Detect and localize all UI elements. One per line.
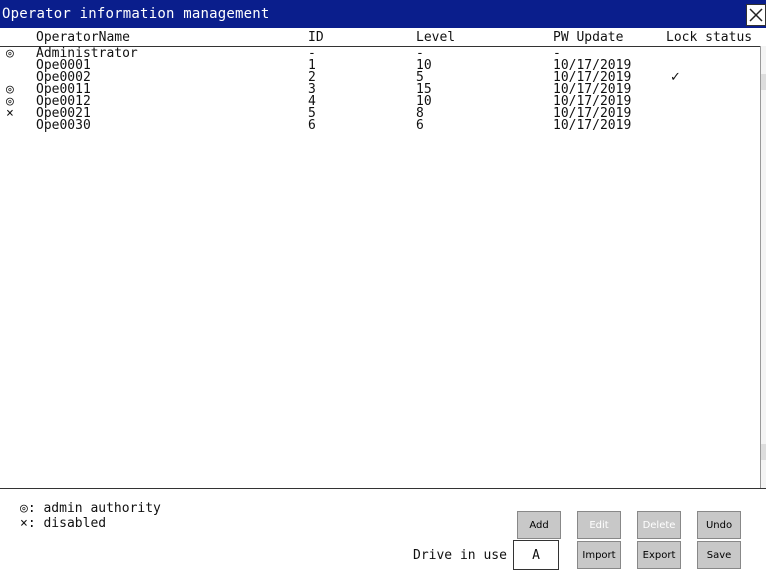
- table-row[interactable]: ◎ Ope0012 4 10 10/17/2019: [0, 95, 760, 108]
- title-bar: Operator information management: [0, 0, 766, 28]
- drive-in-use-label: Drive in use: [413, 548, 507, 563]
- close-button[interactable]: [746, 4, 766, 26]
- table-row[interactable]: Ope0001 1 10 10/17/2019: [0, 59, 760, 72]
- row-mark: ×: [6, 106, 14, 121]
- operator-name: Ope0030: [36, 118, 91, 133]
- table-row[interactable]: ◎ Ope0011 3 15 10/17/2019: [0, 83, 760, 96]
- table-row[interactable]: Ope0002 2 5 10/17/2019 ✓: [0, 70, 760, 85]
- operator-level: 6: [416, 118, 424, 133]
- delete-button[interactable]: Delete: [637, 511, 681, 539]
- column-header-operator-name: OperatorName: [36, 30, 130, 45]
- column-header-level: Level: [416, 30, 456, 45]
- add-button[interactable]: Add: [517, 511, 561, 539]
- legend-admin-authority: ◎: admin authority: [20, 501, 161, 516]
- drive-in-use-field[interactable]: A: [513, 540, 559, 570]
- save-button[interactable]: Save: [697, 541, 741, 569]
- operator-management-window: Operator information management Operator…: [0, 0, 766, 580]
- list-scrollbar[interactable]: [760, 46, 766, 488]
- lock-check-icon: ✓: [670, 70, 681, 85]
- list-header: OperatorName ID Level PW Update Lock sta…: [0, 29, 766, 47]
- scroll-down-arrow[interactable]: [761, 444, 766, 460]
- legend-disabled: ×: disabled: [20, 516, 107, 531]
- column-header-pw-update: PW Update: [553, 30, 624, 45]
- undo-button[interactable]: Undo: [697, 511, 741, 539]
- scroll-up-arrow[interactable]: [761, 74, 766, 90]
- column-header-lock-status: Lock status: [666, 30, 753, 45]
- table-row[interactable]: ◎ Administrator - - -: [0, 46, 760, 61]
- import-button[interactable]: Import: [577, 541, 621, 569]
- window-title: Operator information management: [2, 6, 270, 22]
- operator-id: 6: [308, 118, 316, 133]
- row-mark: ◎: [6, 46, 14, 61]
- table-row[interactable]: × Ope0021 5 8 10/17/2019: [0, 106, 760, 121]
- column-header-id: ID: [308, 30, 324, 45]
- export-button[interactable]: Export: [637, 541, 681, 569]
- close-icon: [749, 8, 763, 22]
- edit-button[interactable]: Edit: [577, 511, 621, 539]
- table-row[interactable]: Ope0030 6 6 10/17/2019: [0, 118, 760, 133]
- bottom-panel: ◎: admin authority ×: disabled Add Edit …: [0, 488, 766, 581]
- operator-list[interactable]: ◎ Administrator - - - Ope0001 1 10 10/17…: [0, 46, 760, 486]
- operator-pw-update: 10/17/2019: [553, 118, 632, 133]
